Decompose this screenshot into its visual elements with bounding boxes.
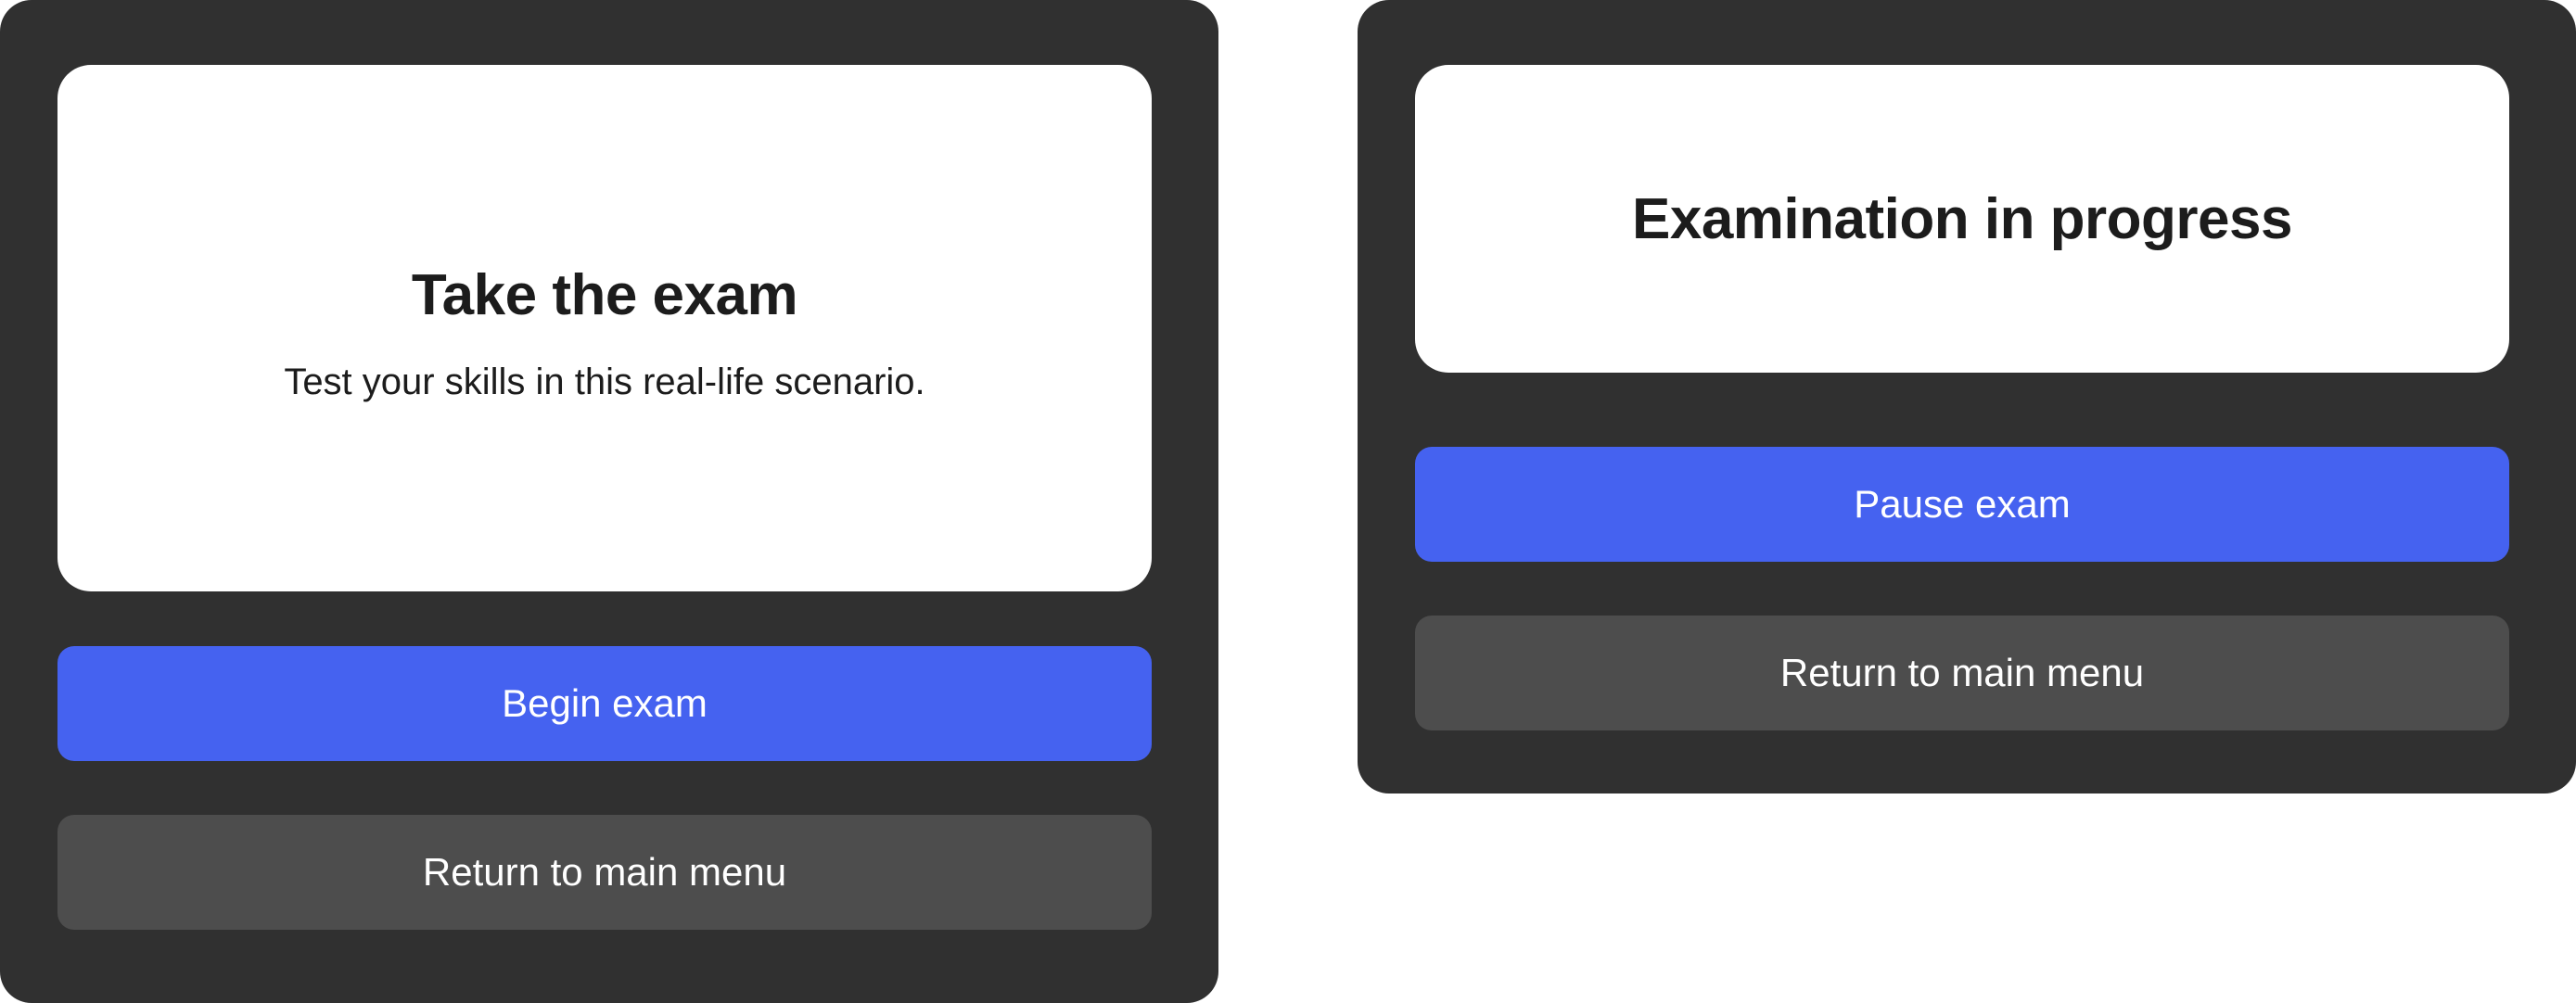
exam-status-title: Examination in progress — [1631, 186, 2293, 251]
return-to-main-menu-button[interactable]: Return to main menu — [57, 815, 1152, 930]
screen: Take the exam Test your skills in this r… — [0, 0, 2576, 1003]
exam-info-card: Take the exam Test your skills in this r… — [57, 65, 1152, 591]
begin-exam-button[interactable]: Begin exam — [57, 646, 1152, 761]
pause-exam-button[interactable]: Pause exam — [1415, 447, 2509, 562]
return-to-main-menu-button[interactable]: Return to main menu — [1415, 616, 2509, 730]
exam-start-dialog: Take the exam Test your skills in this r… — [0, 0, 1218, 1003]
exam-progress-dialog: Examination in progress Pause exam Retur… — [1358, 0, 2576, 794]
exam-description: Test your skills in this real-life scena… — [284, 362, 925, 402]
exam-title: Take the exam — [411, 263, 798, 327]
exam-status-card: Examination in progress — [1415, 65, 2509, 373]
